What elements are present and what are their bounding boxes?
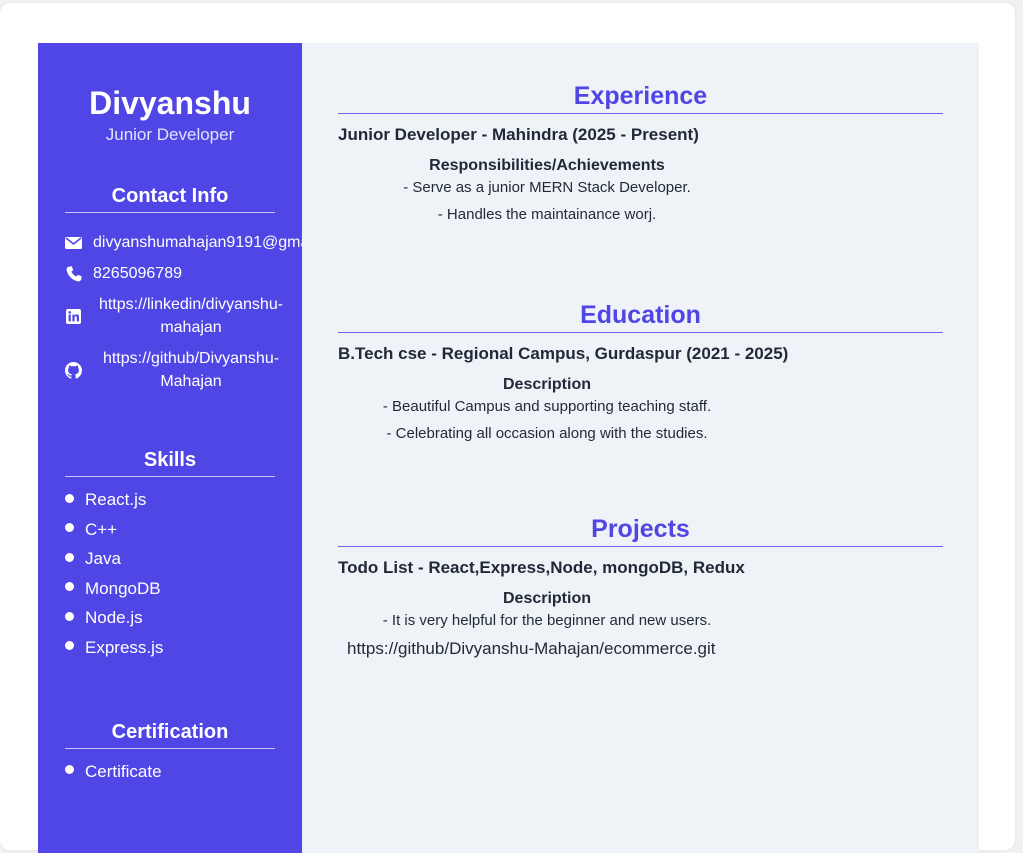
list-item[interactable]: Certificate — [65, 761, 302, 783]
skill-label: MongoDB — [85, 578, 161, 598]
bullet-icon — [65, 493, 74, 503]
certificate-label[interactable]: Certificate — [85, 761, 162, 783]
education-subheading: Description — [502, 376, 591, 393]
list-item: MongoDB — [65, 578, 302, 600]
bullet-icon — [65, 611, 74, 621]
contact-email[interactable]: divyanshumahajan9191@gmail.com — [65, 231, 351, 254]
education-entry-title: B.Tech cse - Regional Campus, Gurdaspur … — [338, 344, 789, 363]
experience-point: - Serve as a junior MERN Stack Developer… — [403, 179, 691, 196]
list-item: Express.js — [65, 637, 302, 659]
linkedin-icon — [65, 308, 82, 325]
list-item: C++ — [65, 519, 302, 541]
experience-heading: Experience — [338, 81, 943, 114]
project-link[interactable]: https://github/Divyanshu-Mahajan/ecommer… — [347, 638, 943, 660]
contact-linkedin[interactable]: https://linkedin/divyanshu-mahajan — [65, 293, 302, 339]
skill-label: Express.js — [85, 637, 164, 657]
contact-list: divyanshumahajan9191@gmail.com 826509678… — [65, 231, 351, 393]
list-item: React.js — [65, 489, 302, 511]
bullet-icon — [65, 765, 74, 774]
page-card: Divyanshu Junior Developer Contact Info … — [0, 3, 1015, 853]
experience-point: - Handles the maintainance worj. — [437, 206, 657, 223]
person-role: Junior Developer — [105, 125, 235, 144]
phone-icon — [65, 265, 82, 282]
skill-label: Java — [85, 549, 121, 568]
skills-list: React.js C++ Java MongoDB Node.js Expres… — [65, 489, 302, 659]
skill-label: C++ — [85, 519, 118, 539]
bullet-icon — [65, 552, 74, 562]
contact-github[interactable]: https://github/Divyanshu-Mahajan — [65, 347, 302, 393]
contact-info-heading: Contact Info — [65, 185, 275, 213]
skill-label: Node.js — [85, 608, 143, 627]
contact-linkedin-text[interactable]: https://linkedin/divyanshu-mahajan — [93, 293, 289, 339]
bullet-icon — [65, 641, 74, 650]
envelope-icon — [65, 234, 82, 251]
project-subheading: Description — [502, 590, 591, 607]
project-point: - It is very helpful for the beginner an… — [382, 612, 712, 629]
projects-heading: Projects — [338, 514, 943, 547]
certification-heading: Certification — [65, 721, 275, 749]
certification-list: Certificate — [65, 761, 302, 783]
education-point: - Celebrating all occasion along with th… — [386, 425, 708, 442]
contact-github-text[interactable]: https://github/Divyanshu-Mahajan — [93, 347, 289, 393]
education-heading: Education — [338, 300, 943, 333]
list-item: Node.js — [65, 607, 302, 629]
contact-phone[interactable]: 8265096789 — [65, 262, 302, 285]
project-entry-title: Todo List - React,Express,Node, mongoDB,… — [338, 558, 745, 577]
projects-section: Projects Todo List - React,Express,Node,… — [338, 514, 943, 660]
education-point: - Beautiful Campus and supporting teachi… — [382, 398, 712, 415]
contact-phone-text[interactable]: 8265096789 — [93, 262, 182, 285]
sidebar: Divyanshu Junior Developer Contact Info … — [38, 43, 351, 853]
list-item: Java — [65, 548, 302, 570]
education-section: Education B.Tech cse - Regional Campus, … — [338, 300, 943, 444]
experience-subheading: Responsibilities/Achievements — [429, 157, 665, 174]
main-content: Experience Junior Developer - Mahindra (… — [302, 43, 979, 853]
person-name: Divyanshu — [89, 85, 251, 121]
experience-section: Experience Junior Developer - Mahindra (… — [338, 81, 943, 225]
skills-heading: Skills — [65, 449, 275, 477]
experience-entry-title: Junior Developer - Mahindra (2025 - Pres… — [338, 125, 699, 144]
skill-label: React.js — [85, 490, 147, 509]
bullet-icon — [65, 582, 74, 591]
github-icon — [65, 361, 82, 379]
resume: Divyanshu Junior Developer Contact Info … — [38, 43, 979, 853]
bullet-icon — [65, 523, 74, 532]
